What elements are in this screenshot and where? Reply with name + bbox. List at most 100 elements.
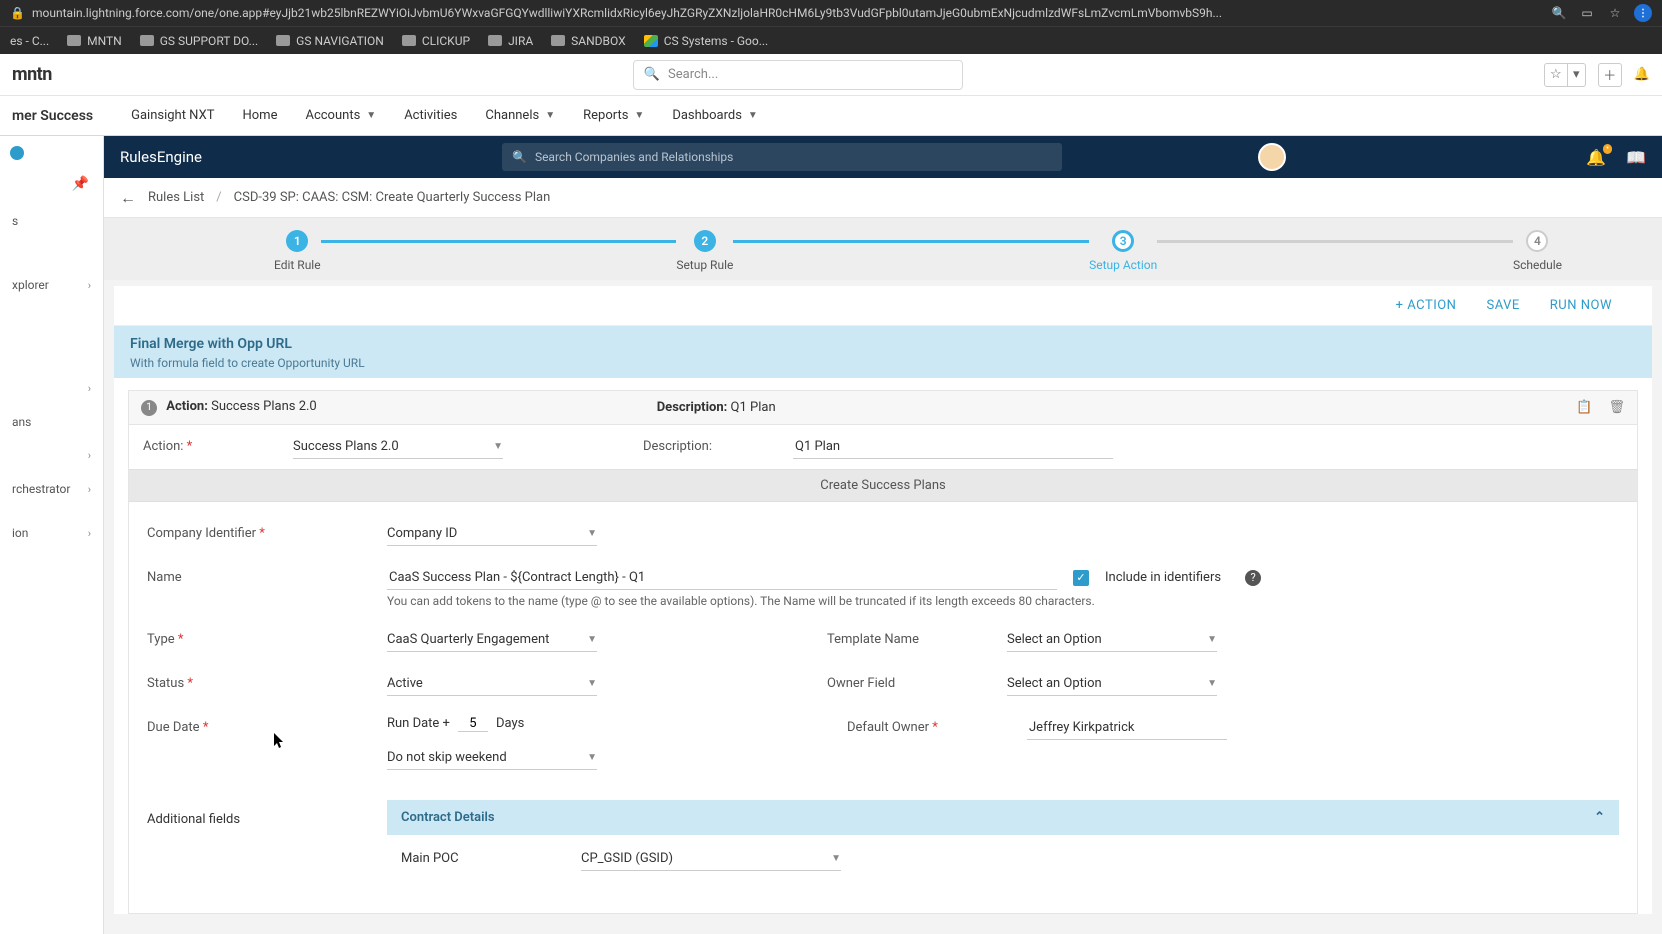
company-identifier-select[interactable]: Company ID▼: [387, 522, 597, 546]
gainsight-sidebar: 📌 s xplorer› › ans › rchestrator› ion›: [0, 136, 104, 934]
name-input[interactable]: [387, 566, 1057, 590]
bookmark-item[interactable]: GS NAVIGATION: [276, 34, 384, 48]
caret-down-icon: ▼: [587, 678, 597, 689]
type-select[interactable]: CaaS Quarterly Engagement▼: [387, 628, 597, 652]
nav-item-gainsight[interactable]: Gainsight NXT: [131, 108, 214, 123]
chevron-right-icon: ›: [88, 382, 91, 395]
action-block: 1 Action: Success Plans 2.0 Description:…: [128, 390, 1638, 914]
owner-select[interactable]: Select an Option▼: [1007, 672, 1217, 696]
global-add-button[interactable]: ＋: [1598, 63, 1622, 87]
sidebar-item[interactable]: ›: [0, 439, 103, 472]
sidebar-item[interactable]: ion›: [0, 516, 103, 550]
stepper: 1Edit Rule 2Setup Rule 3Setup Action 4Sc…: [104, 218, 1662, 280]
sidebar-item-plans[interactable]: ans: [0, 405, 103, 439]
skip-weekend-select[interactable]: Do not skip weekend▼: [387, 746, 597, 770]
favorite-dropdown[interactable]: ▾: [1568, 63, 1586, 87]
sidebar-item[interactable]: ›: [0, 372, 103, 405]
org-logo: mntn: [12, 64, 52, 85]
nav-item-channels[interactable]: Channels▼: [485, 108, 555, 123]
add-action-button[interactable]: + ACTION: [1396, 298, 1457, 313]
chevron-down-icon: ▼: [366, 110, 376, 121]
card-subtitle: With formula field to create Opportunity…: [130, 356, 1636, 370]
step-schedule[interactable]: 4Schedule: [1513, 230, 1562, 272]
breadcrumb-current: CSD-39 SP: CAAS: CSM: Create Quarterly S…: [234, 190, 551, 205]
bookmark-item[interactable]: CS Systems - Goo...: [644, 34, 769, 48]
template-select[interactable]: Select an Option▼: [1007, 628, 1217, 652]
step-setup-action[interactable]: 3Setup Action: [1089, 230, 1157, 272]
browser-address-bar: 🔒 mountain.lightning.force.com/one/one.a…: [0, 0, 1662, 26]
step-edit-rule[interactable]: 1Edit Rule: [274, 230, 321, 272]
contract-details-header[interactable]: Contract Details ⌃: [387, 800, 1619, 835]
bookmark-item[interactable]: MNTN: [67, 34, 122, 48]
pin-icon[interactable]: 📌: [0, 176, 103, 204]
folder-icon: [276, 35, 290, 46]
delete-icon[interactable]: 🗑: [1608, 400, 1625, 415]
action-number: 1: [141, 400, 157, 416]
nav-item-accounts[interactable]: Accounts▼: [305, 108, 376, 123]
extension-icon[interactable]: ⋮: [1634, 4, 1652, 22]
card-header: Final Merge with Opp URL With formula fi…: [114, 326, 1652, 378]
card-title: Final Merge with Opp URL: [130, 336, 1636, 352]
sidebar-item-explorer[interactable]: xplorer›: [0, 268, 103, 302]
status-select[interactable]: Active▼: [387, 672, 597, 696]
user-avatar[interactable]: [1258, 143, 1286, 171]
main-poc-select[interactable]: CP_GSID (GSID)▼: [581, 847, 841, 871]
salesforce-header: mntn 🔍 Search... ☆ ▾ ＋ 🔔: [0, 54, 1662, 96]
nav-item-activities[interactable]: Activities: [404, 108, 457, 123]
app-name: mer Success: [12, 108, 93, 124]
help-icon[interactable]: 📖: [1626, 148, 1646, 167]
due-days-input[interactable]: [458, 716, 488, 732]
sidebar-item-orchestrator[interactable]: rchestrator›: [0, 472, 103, 506]
chevron-down-icon: ▼: [634, 110, 644, 121]
chevron-right-icon: ›: [88, 483, 91, 496]
sidebar-item[interactable]: s: [0, 204, 103, 238]
chevron-right-icon: ›: [88, 449, 91, 462]
caret-down-icon: ▼: [1207, 678, 1217, 689]
nav-item-home[interactable]: Home: [242, 108, 277, 123]
rule-card: Final Merge with Opp URL With formula fi…: [114, 326, 1652, 914]
section-title: Create Success Plans: [129, 469, 1637, 502]
notification-bell-icon[interactable]: 🔔: [1634, 67, 1650, 82]
star-icon[interactable]: ☆: [1606, 4, 1624, 22]
bookmark-item[interactable]: GS SUPPORT DO...: [140, 34, 258, 48]
save-button[interactable]: SAVE: [1486, 298, 1519, 313]
translate-icon[interactable]: 🔍: [1550, 4, 1568, 22]
include-identifiers-checkbox[interactable]: ✓: [1073, 570, 1089, 586]
folder-icon: [67, 35, 81, 46]
bookmark-item[interactable]: JIRA: [488, 34, 533, 48]
chevron-right-icon: ›: [88, 527, 91, 540]
folder-icon: [488, 35, 502, 46]
notification-icon[interactable]: 🔔•: [1586, 148, 1606, 167]
default-owner-input[interactable]: [1027, 716, 1227, 740]
url-text: mountain.lightning.force.com/one/one.app…: [32, 6, 1540, 20]
module-title: RulesEngine: [120, 148, 202, 166]
chevron-down-icon: ▼: [545, 110, 555, 121]
search-icon: 🔍: [644, 67, 660, 82]
chevron-down-icon: ▼: [748, 110, 758, 121]
description-input[interactable]: [793, 435, 1113, 459]
caret-down-icon: ▼: [831, 853, 841, 864]
global-search[interactable]: 🔍 Search...: [633, 60, 963, 90]
step-setup-rule[interactable]: 2Setup Rule: [676, 230, 733, 272]
nav-item-reports[interactable]: Reports▼: [583, 108, 644, 123]
copy-icon[interactable]: 📋: [1576, 400, 1592, 415]
bookmark-item[interactable]: CLICKUP: [402, 34, 470, 48]
salesforce-nav: mer Success Gainsight NXT Home Accounts▼…: [0, 96, 1662, 136]
gs-logo-icon: [10, 146, 24, 160]
cast-icon[interactable]: ▭: [1578, 4, 1596, 22]
run-now-button[interactable]: RUN NOW: [1550, 298, 1612, 313]
search-placeholder: Search...: [668, 67, 718, 82]
include-identifiers-label: Include in identifiers: [1105, 570, 1221, 585]
gs-search[interactable]: 🔍 Search Companies and Relationships: [502, 143, 1062, 171]
help-icon[interactable]: ?: [1245, 570, 1261, 586]
action-block-header: 1 Action: Success Plans 2.0 Description:…: [129, 391, 1637, 425]
nav-item-dashboards[interactable]: Dashboards▼: [672, 108, 758, 123]
back-button[interactable]: ←: [120, 188, 136, 208]
bookmark-item[interactable]: SANDBOX: [551, 34, 626, 48]
breadcrumb-link[interactable]: Rules List: [148, 190, 204, 205]
action-bar: + ACTION SAVE RUN NOW: [114, 286, 1652, 326]
bookmark-item[interactable]: es - C...: [10, 34, 49, 48]
chevron-right-icon: ›: [88, 279, 91, 292]
action-select[interactable]: Success Plans 2.0▼: [293, 435, 503, 459]
favorite-button[interactable]: ☆: [1544, 63, 1568, 87]
